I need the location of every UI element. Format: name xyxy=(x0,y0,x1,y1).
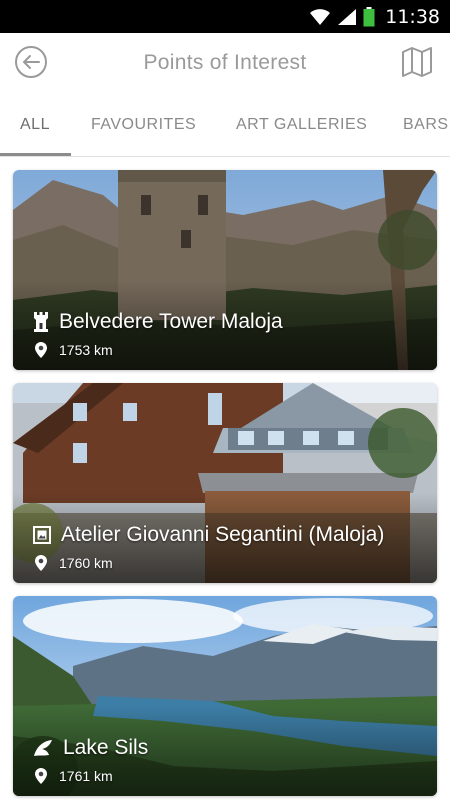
place-distance: 1753 km xyxy=(59,342,113,358)
tab-indicator xyxy=(0,153,71,156)
place-distance: 1760 km xyxy=(59,555,113,571)
category-tabs: ALL FAVOURITES ART GALLERIES BARS xyxy=(0,93,450,157)
map-icon[interactable] xyxy=(400,45,434,79)
leaf-icon xyxy=(33,739,53,757)
place-name-row: Belvedere Tower Maloja xyxy=(33,310,283,334)
tab-favourites[interactable]: FAVOURITES xyxy=(91,93,196,156)
places-list: Belvedere Tower Maloja 1753 km Atelier G… xyxy=(0,157,450,800)
place-distance: 1761 km xyxy=(59,768,113,784)
location-pin-icon xyxy=(35,342,47,358)
signal-icon xyxy=(337,8,357,26)
tower-icon xyxy=(33,312,49,332)
tab-bars[interactable]: BARS xyxy=(403,93,449,156)
page-title: Points of Interest xyxy=(143,51,307,74)
place-name: Belvedere Tower Maloja xyxy=(59,310,283,333)
gallery-icon xyxy=(33,526,51,544)
location-pin-icon xyxy=(35,768,47,784)
tab-all[interactable]: ALL xyxy=(20,93,50,156)
location-pin-icon xyxy=(35,555,47,571)
place-name-row: Atelier Giovanni Segantini (Maloja) xyxy=(33,523,384,547)
place-name: Lake Sils xyxy=(63,736,149,759)
status-time: 11:38 xyxy=(385,5,440,28)
place-card[interactable]: Belvedere Tower Maloja 1753 km xyxy=(13,170,437,370)
wifi-icon xyxy=(309,8,331,26)
battery-icon xyxy=(363,6,375,27)
place-distance-row: 1761 km xyxy=(35,768,113,784)
place-card[interactable]: Atelier Giovanni Segantini (Maloja) 1760… xyxy=(13,383,437,583)
place-name-row: Lake Sils xyxy=(33,736,148,760)
place-card[interactable]: Lake Sils 1761 km xyxy=(13,596,437,796)
place-distance-row: 1753 km xyxy=(35,342,113,358)
back-arrow-icon[interactable] xyxy=(14,45,48,79)
place-distance-row: 1760 km xyxy=(35,555,113,571)
place-name: Atelier Giovanni Segantini (Maloja) xyxy=(61,523,385,546)
app-header: Points of Interest xyxy=(0,33,450,93)
status-bar: 11:38 xyxy=(0,0,450,33)
tab-art-galleries[interactable]: ART GALLERIES xyxy=(236,93,367,156)
